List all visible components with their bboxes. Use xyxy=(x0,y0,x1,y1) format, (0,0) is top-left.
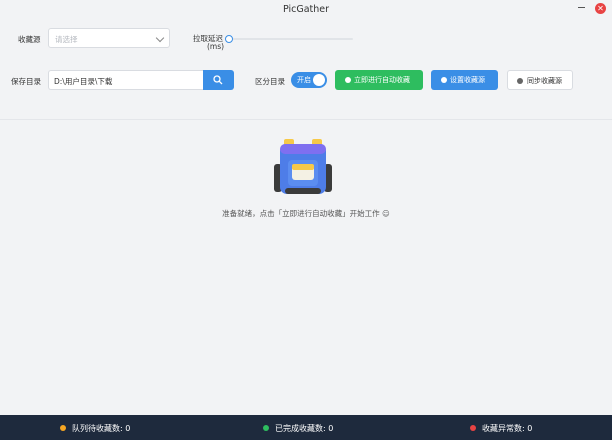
close-button[interactable]: ✕ xyxy=(595,3,606,14)
error-value: 0 xyxy=(527,424,533,433)
error-stat: 收藏异常数: 0 xyxy=(470,423,532,434)
pending-label: 队列待收藏数: xyxy=(72,424,123,433)
source-select-placeholder: 请选择 xyxy=(55,35,78,44)
delay-slider-handle[interactable] xyxy=(225,35,233,43)
gear-icon xyxy=(441,77,447,83)
title-bar: PicGather ✕ xyxy=(0,0,612,20)
minimize-button[interactable] xyxy=(576,2,588,14)
browse-button[interactable] xyxy=(203,70,234,90)
toggle-knob xyxy=(313,74,325,86)
set-source-button[interactable]: 设置收藏源 xyxy=(431,70,498,90)
pending-stat: 队列待收藏数: 0 xyxy=(60,423,130,434)
start-collect-label: 立即进行自动收藏 xyxy=(354,76,410,84)
error-dot-icon xyxy=(470,425,476,431)
done-value: 0 xyxy=(328,424,334,433)
delay-slider-track[interactable] xyxy=(230,38,353,40)
done-dot-icon xyxy=(263,425,269,431)
source-label: 收藏源 xyxy=(18,35,41,44)
empty-state-message: 准备就绪，点击「立即进行自动收藏」开始工作 ☺ xyxy=(222,209,390,218)
divider xyxy=(0,119,612,120)
done-stat: 已完成收藏数: 0 xyxy=(263,423,333,434)
set-source-label: 设置收藏源 xyxy=(450,76,485,84)
error-label: 收藏异常数: xyxy=(482,424,525,433)
save-dir-label: 保存目录 xyxy=(11,77,41,86)
pending-dot-icon xyxy=(60,425,66,431)
cloud-icon xyxy=(345,77,351,83)
sync-source-label: 同步收藏源 xyxy=(527,77,562,85)
split-dir-label: 区分目录 xyxy=(255,77,285,86)
toggle-text: 开启 xyxy=(297,76,311,84)
window-title: PicGather xyxy=(282,4,330,15)
start-collect-button[interactable]: 立即进行自动收藏 xyxy=(335,70,423,90)
status-bar: 队列待收藏数: 0 已完成收藏数: 0 收藏异常数: 0 xyxy=(0,415,612,440)
source-select[interactable]: 请选择 xyxy=(48,28,170,48)
chevron-down-icon xyxy=(155,33,165,43)
sync-source-button[interactable]: 同步收藏源 xyxy=(507,70,573,90)
pending-value: 0 xyxy=(125,424,131,433)
backpack-icon xyxy=(274,139,332,194)
delay-unit-label: (ms) xyxy=(207,42,225,51)
done-label: 已完成收藏数: xyxy=(275,424,326,433)
split-dir-toggle[interactable]: 开启 xyxy=(291,72,327,88)
save-dir-input[interactable]: D:\用户目录\下载 xyxy=(48,70,203,90)
search-icon xyxy=(213,75,223,85)
sync-icon xyxy=(517,78,523,84)
